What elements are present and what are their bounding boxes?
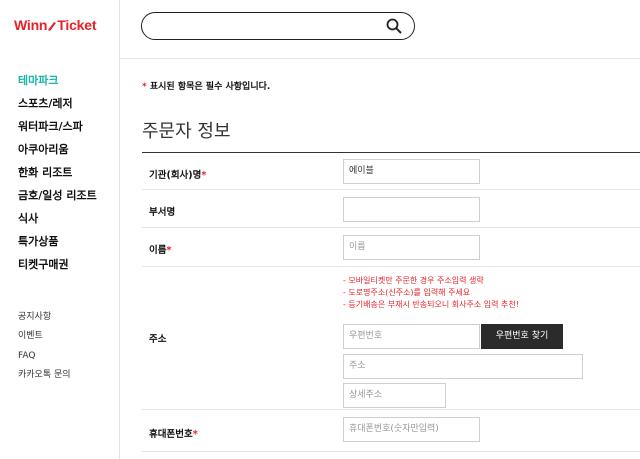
address-label: 주소 [149,334,167,345]
notice-link[interactable]: 공지사항 [18,311,71,330]
dept-field[interactable] [343,197,480,222]
category-nav: 테마파크 스포츠/레저 워터파크/스파 아쿠아리움 한화 리조트 금호/일성 리… [18,73,97,280]
address-notes: - 모바일티켓만 주문한 경우 주소입력 생략 - 도로명주소(신주소)를 입력… [343,275,519,311]
orderer-form: 기관(회사)명* 에이블 부서명 이름* 이름 주소 - 모바일티켓만 주문한 … [142,152,640,452]
kakaotalk-inquiry-link[interactable]: 카카오톡 문의 [18,369,71,388]
sidebar-item-waterpark[interactable]: 워터파크/스파 [18,119,97,142]
address-field[interactable]: 주소 [343,354,583,379]
required-note-text: 표시된 항목은 필수 사항입니다. [146,82,271,92]
required-note: * 표시된 항목은 필수 사항입니다. [142,79,270,92]
name-field[interactable]: 이름 [343,235,480,260]
sidebar-item-meal[interactable]: 식사 [18,211,97,234]
phone-row: 휴대폰번호* 휴대폰번호(숫자만입력) [142,410,640,452]
dept-row: 부서명 [142,190,640,228]
address-row: 주소 - 모바일티켓만 주문한 경우 주소입력 생략 - 도로명주소(신주소)를… [142,267,640,410]
org-label-text: 기관(회사)명 [149,170,202,181]
search-bar[interactable] [141,12,415,40]
address-note: - 도로명주소(신주소)를 입력해 주세요 [343,288,471,297]
sidebar-item-kumho-resort[interactable]: 금호/일성 리조트 [18,188,97,211]
phone-field[interactable]: 휴대폰번호(숫자만입력) [343,417,480,442]
logo-text-right: Ticket [57,17,97,33]
sidebar: Winn Ticket 테마파크 스포츠/레저 워터파크/스파 아쿠아리움 한화 … [0,0,120,459]
phone-label: 휴대폰번호* [149,426,198,440]
address-note: - 모바일티켓만 주문한 경우 주소입력 생략 [343,276,484,285]
phone-required-mark: * [192,429,198,440]
header-divider [120,58,640,59]
event-link[interactable]: 이벤트 [18,330,71,349]
address-note: - 등기배송은 부재시 반송되오니 회사주소 입력 추천! [343,300,519,309]
phone-label-text: 휴대폰번호 [149,429,193,440]
zipcode-field[interactable]: 우편번호 [343,324,480,349]
name-label: 이름* [149,242,171,256]
page-title: 주문자 정보 [142,121,231,142]
search-icon[interactable] [386,18,402,34]
sidebar-item-ticket-voucher[interactable]: 티켓구매권 [18,257,97,280]
support-links: 공지사항 이벤트 FAQ 카카오톡 문의 [18,311,71,388]
org-row: 기관(회사)명* 에이블 [142,153,640,190]
sidebar-item-aquarium[interactable]: 아쿠아리움 [18,142,97,165]
dept-label: 부서명 [149,207,176,218]
logo-text-left: Winn [14,17,48,33]
name-row: 이름* 이름 [142,228,640,267]
ticket-slash-icon [48,22,57,31]
name-required-mark: * [166,245,172,256]
name-label-text: 이름 [149,245,167,256]
sidebar-item-themepark[interactable]: 테마파크 [18,73,97,96]
org-label: 기관(회사)명* [149,167,206,181]
org-name-field[interactable]: 에이블 [343,159,480,184]
org-required-mark: * [201,170,207,181]
sidebar-item-hanwha-resort[interactable]: 한화 리조트 [18,165,97,188]
sidebar-item-special-deals[interactable]: 특가상품 [18,234,97,257]
detail-address-field[interactable]: 상세주소 [343,383,446,408]
sidebar-item-sports[interactable]: 스포츠/레저 [18,96,97,119]
find-zipcode-button[interactable]: 우편번호 찾기 [481,324,563,349]
logo[interactable]: Winn Ticket [14,17,97,33]
faq-link[interactable]: FAQ [18,350,71,369]
